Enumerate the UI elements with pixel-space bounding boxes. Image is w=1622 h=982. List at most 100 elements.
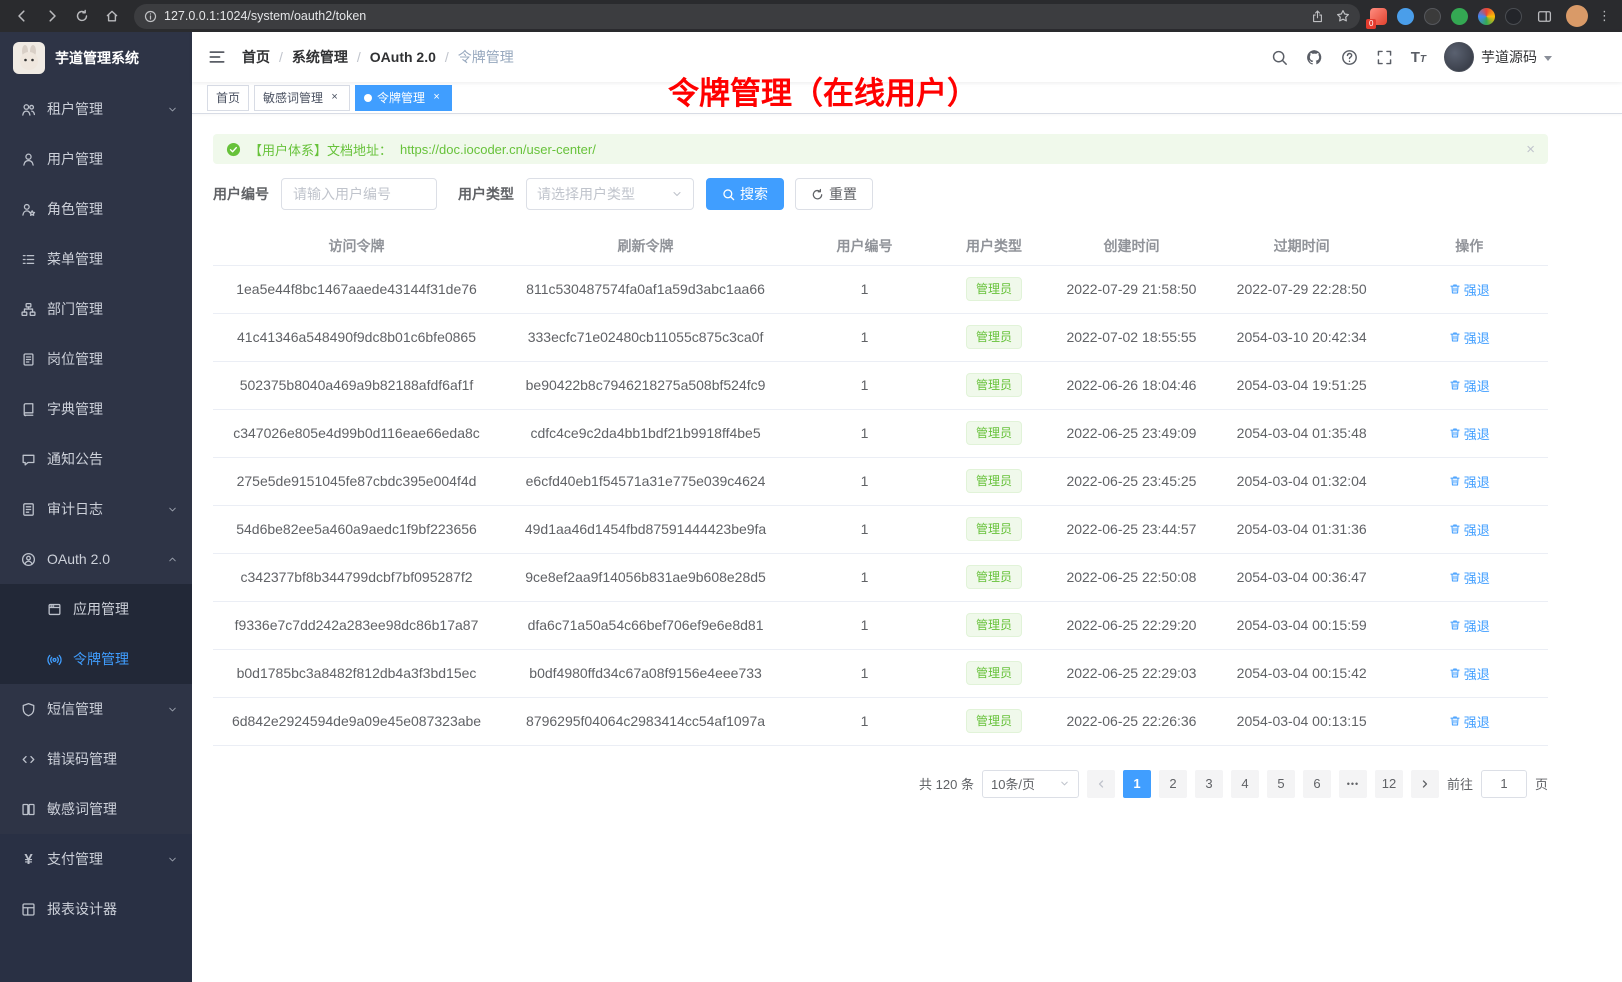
chevron-down-icon xyxy=(167,854,178,865)
force-logout-button[interactable]: 强退 xyxy=(1449,424,1490,443)
user-id-cell: 1 xyxy=(791,553,938,601)
sidebar-item-dict[interactable]: 字典管理 xyxy=(0,384,192,434)
fullscreen-icon[interactable] xyxy=(1376,49,1393,66)
extension-blue-icon[interactable] xyxy=(1397,8,1414,25)
user-icon xyxy=(20,152,37,167)
goto-page-input[interactable] xyxy=(1481,770,1527,798)
sidebar-item-pay[interactable]: ¥支付管理 xyxy=(0,834,192,884)
force-logout-button[interactable]: 强退 xyxy=(1449,616,1490,635)
sidebar-item-oauth2[interactable]: OAuth 2.0 xyxy=(0,534,192,584)
page-button-2[interactable]: 2 xyxy=(1159,770,1187,798)
site-info-icon[interactable] xyxy=(144,10,157,23)
page-button-4[interactable]: 4 xyxy=(1231,770,1259,798)
column-header: 用户类型 xyxy=(938,228,1050,265)
extension-dark-icon[interactable] xyxy=(1424,8,1441,25)
user-type-placeholder: 请选择用户类型 xyxy=(537,184,635,204)
doc-link[interactable]: https://doc.iocoder.cn/user-center/ xyxy=(400,142,596,157)
sidebar-item-dept[interactable]: 部门管理 xyxy=(0,284,192,334)
user-name: 芋道源码 xyxy=(1481,47,1537,67)
expire-time-cell: 2054-03-04 00:15:59 xyxy=(1213,601,1391,649)
force-logout-button[interactable]: 强退 xyxy=(1449,520,1490,539)
caret-down-icon xyxy=(1544,56,1552,61)
trash-icon xyxy=(1449,571,1461,583)
browser-forward-button[interactable] xyxy=(40,4,64,28)
next-page-button[interactable] xyxy=(1411,770,1439,798)
split-view-icon[interactable] xyxy=(1532,4,1556,28)
trash-icon xyxy=(1449,715,1461,727)
user-id-cell: 1 xyxy=(791,361,938,409)
search-icon[interactable] xyxy=(1271,49,1288,66)
app-logo[interactable]: 芋道管理系统 xyxy=(0,32,192,84)
force-logout-button[interactable]: 强退 xyxy=(1449,712,1490,731)
sidebar-item-app-manage[interactable]: 应用管理 xyxy=(0,584,192,634)
sidebar-item-role[interactable]: 角色管理 xyxy=(0,184,192,234)
user-menu[interactable]: 芋道源码 xyxy=(1444,42,1552,72)
sidebar-item-post[interactable]: 岗位管理 xyxy=(0,334,192,384)
close-icon[interactable]: × xyxy=(1526,142,1535,157)
sidebar-item-token-manage[interactable]: 令牌管理 xyxy=(0,634,192,684)
breadcrumb-item[interactable]: 首页 xyxy=(242,47,270,67)
dict-icon xyxy=(20,402,37,417)
extension-colorful-icon[interactable] xyxy=(1478,8,1495,25)
sidebar-toggle-button[interactable] xyxy=(208,48,226,66)
page-size-select[interactable]: 10条/页 xyxy=(982,770,1079,798)
force-logout-button[interactable]: 强退 xyxy=(1449,280,1490,299)
sidebar-item-tenant[interactable]: 租户管理 xyxy=(0,84,192,134)
page-button-6[interactable]: 6 xyxy=(1303,770,1331,798)
breadcrumb-item[interactable]: OAuth 2.0 xyxy=(370,49,436,65)
breadcrumb-item: 令牌管理 xyxy=(458,47,514,67)
view-tab[interactable]: 令牌管理× xyxy=(355,85,452,111)
page-button-12[interactable]: 12 xyxy=(1375,770,1403,798)
user-id-input[interactable] xyxy=(281,178,437,210)
question-icon[interactable] xyxy=(1341,49,1358,66)
bookmark-star-icon[interactable] xyxy=(1336,9,1350,23)
sidebar-item-error-code[interactable]: 错误码管理 xyxy=(0,734,192,784)
user-type-cell: 管理员 xyxy=(938,505,1050,553)
force-logout-button[interactable]: 强退 xyxy=(1449,328,1490,347)
trash-icon xyxy=(1449,667,1461,679)
sidebar-item-user[interactable]: 用户管理 xyxy=(0,134,192,184)
page-button-3[interactable]: 3 xyxy=(1195,770,1223,798)
more-pages-button[interactable]: ••• xyxy=(1339,770,1367,798)
action-cell: 强退 xyxy=(1390,649,1548,697)
sidebar-item-report-designer[interactable]: 报表设计器 xyxy=(0,884,192,934)
browser-home-button[interactable] xyxy=(100,4,124,28)
sidebar-item-menu[interactable]: 菜单管理 xyxy=(0,234,192,284)
sidebar-item-audit-log[interactable]: 审计日志 xyxy=(0,484,192,534)
extension-green-icon[interactable] xyxy=(1451,8,1468,25)
prev-page-button[interactable] xyxy=(1087,770,1115,798)
browser-reload-button[interactable] xyxy=(70,4,94,28)
sidebar-item-sms[interactable]: 短信管理 xyxy=(0,684,192,734)
extension-paw-icon[interactable] xyxy=(1505,8,1522,25)
view-tab[interactable]: 敏感词管理× xyxy=(254,85,350,111)
logo-avatar xyxy=(13,42,45,74)
sidebar-item-notice[interactable]: 通知公告 xyxy=(0,434,192,484)
address-bar[interactable]: 127.0.0.1:1024/system/oauth2/token xyxy=(134,4,1360,29)
close-icon[interactable]: × xyxy=(328,91,341,104)
breadcrumb-item[interactable]: 系统管理 xyxy=(292,47,348,67)
browser-profile-avatar[interactable] xyxy=(1566,5,1588,27)
view-tab[interactable]: 首页 xyxy=(207,85,249,111)
browser-back-button[interactable] xyxy=(10,4,34,28)
sidebar-item-sensitive-word[interactable]: 敏感词管理 xyxy=(0,784,192,834)
close-icon[interactable]: × xyxy=(430,91,443,104)
user-type-badge: 管理员 xyxy=(966,565,1022,589)
create-time-cell: 2022-07-29 21:58:50 xyxy=(1050,265,1213,313)
page-button-5[interactable]: 5 xyxy=(1267,770,1295,798)
reset-button[interactable]: 重置 xyxy=(795,178,873,210)
github-icon[interactable] xyxy=(1306,49,1323,66)
page-button-1[interactable]: 1 xyxy=(1123,770,1151,798)
user-type-select[interactable]: 请选择用户类型 xyxy=(526,178,694,210)
browser-menu-icon[interactable]: ⋮ xyxy=(1598,8,1612,24)
share-icon[interactable] xyxy=(1311,10,1324,23)
user-id-cell: 1 xyxy=(791,505,938,553)
table-row: 275e5de9151045fe87cbdc395e004f4de6cfd40e… xyxy=(213,457,1548,505)
extension-red-icon[interactable]: 0 xyxy=(1370,8,1387,25)
user-type-cell: 管理员 xyxy=(938,313,1050,361)
force-logout-button[interactable]: 强退 xyxy=(1449,376,1490,395)
font-size-icon[interactable]: TT xyxy=(1411,50,1426,65)
force-logout-button[interactable]: 强退 xyxy=(1449,472,1490,491)
force-logout-button[interactable]: 强退 xyxy=(1449,568,1490,587)
force-logout-button[interactable]: 强退 xyxy=(1449,664,1490,683)
search-button[interactable]: 搜索 xyxy=(706,178,784,210)
